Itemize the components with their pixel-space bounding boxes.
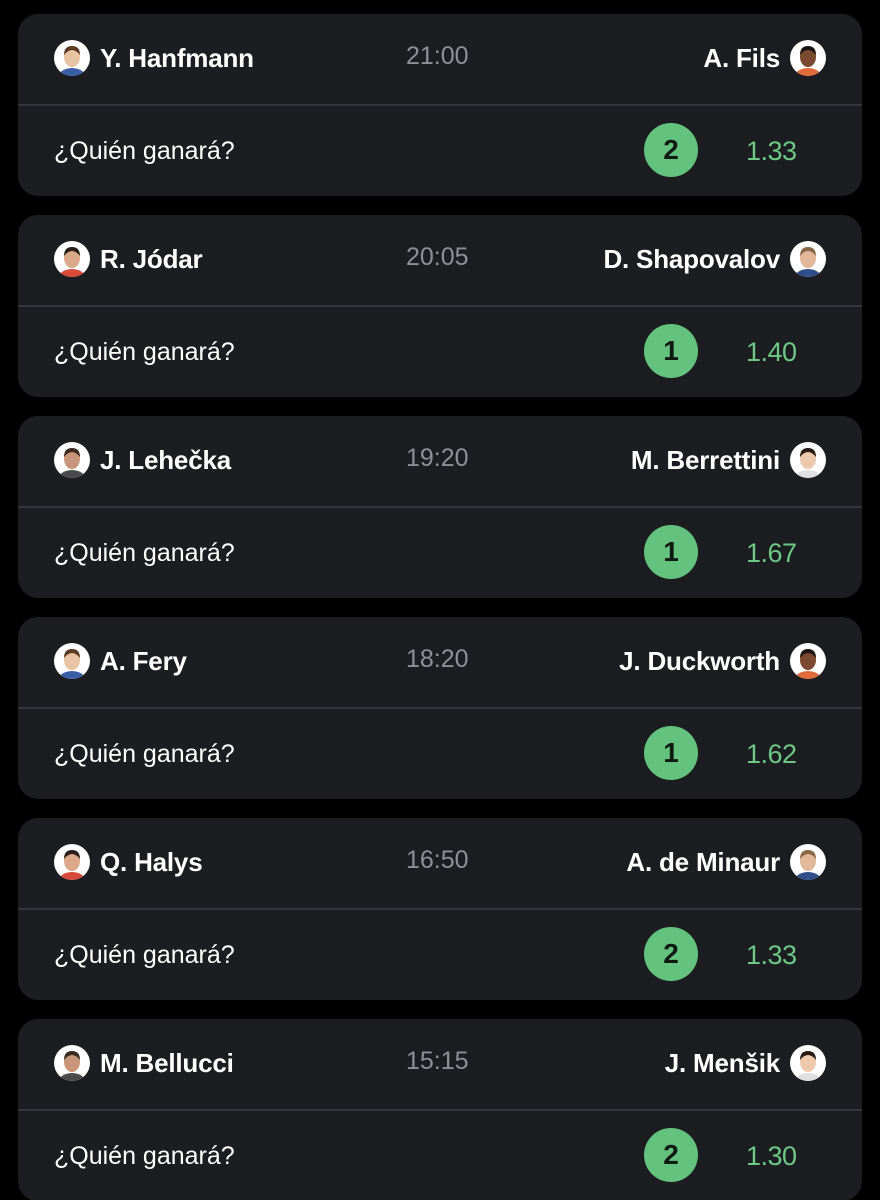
player-photo-icon: [790, 40, 826, 76]
player-1[interactable]: M. Bellucci: [54, 1045, 234, 1081]
odds-value[interactable]: 1.30: [746, 1141, 797, 1172]
player-photo-icon: [54, 643, 90, 679]
player-1[interactable]: A. Fery: [54, 643, 187, 679]
prediction-row: ¿Quién ganará? 1 1.67: [18, 508, 862, 598]
match-time: 20:05: [406, 243, 469, 271]
player-1[interactable]: R. Jódar: [54, 241, 203, 277]
player-2[interactable]: D. Shapovalov: [603, 241, 826, 277]
player-1[interactable]: J. Lehečka: [54, 442, 231, 478]
player-1-name: Q. Halys: [100, 846, 203, 877]
player-photo-icon: [790, 643, 826, 679]
match-card[interactable]: J. Lehečka 19:20 M. Berrettini ¿Quién ga…: [18, 416, 862, 598]
player-photo-icon: [790, 442, 826, 478]
player-2-name: J. Menšik: [664, 1047, 780, 1078]
match-header: J. Lehečka 19:20 M. Berrettini: [18, 416, 862, 508]
player-2-name: J. Duckworth: [619, 645, 780, 676]
match-header: R. Jódar 20:05 D. Shapovalov: [18, 215, 862, 307]
winner-question: ¿Quién ganará?: [54, 338, 235, 366]
winner-question: ¿Quién ganará?: [54, 1142, 235, 1170]
prediction-row: ¿Quién ganará? 1 1.62: [18, 709, 862, 799]
match-time: 15:15: [406, 1047, 469, 1075]
match-header: A. Fery 18:20 J. Duckworth: [18, 617, 862, 709]
match-card[interactable]: Q. Halys 16:50 A. de Minaur ¿Quién ganar…: [18, 818, 862, 1000]
match-card[interactable]: M. Bellucci 15:15 J. Menšik ¿Quién ganar…: [18, 1019, 862, 1200]
player-2-name: D. Shapovalov: [603, 243, 780, 274]
match-card[interactable]: A. Fery 18:20 J. Duckworth ¿Quién ganará…: [18, 617, 862, 799]
winner-question: ¿Quién ganará?: [54, 740, 235, 768]
player-photo-icon: [790, 1045, 826, 1081]
pick-badge[interactable]: 2: [644, 123, 698, 177]
player-photo-icon: [54, 241, 90, 277]
player-2[interactable]: A. Fils: [703, 40, 826, 76]
match-header: Y. Hanfmann 21:00 A. Fils: [18, 14, 862, 106]
match-card[interactable]: Y. Hanfmann 21:00 A. Fils ¿Quién ganará?…: [18, 14, 862, 196]
pick-badge[interactable]: 1: [644, 525, 698, 579]
winner-question: ¿Quién ganará?: [54, 539, 235, 567]
odds-value[interactable]: 1.33: [746, 940, 797, 971]
winner-question: ¿Quién ganará?: [54, 137, 235, 165]
player-photo-icon: [54, 442, 90, 478]
player-2[interactable]: A. de Minaur: [626, 844, 826, 880]
match-time: 21:00: [406, 42, 469, 70]
match-list: Y. Hanfmann 21:00 A. Fils ¿Quién ganará?…: [0, 0, 880, 1200]
player-1-name: M. Bellucci: [100, 1047, 234, 1078]
match-card[interactable]: R. Jódar 20:05 D. Shapovalov ¿Quién gana…: [18, 215, 862, 397]
winner-question: ¿Quién ganará?: [54, 941, 235, 969]
match-header: Q. Halys 16:50 A. de Minaur: [18, 818, 862, 910]
player-2-name: A. de Minaur: [626, 846, 780, 877]
player-1-name: R. Jódar: [100, 243, 203, 274]
prediction-row: ¿Quién ganará? 1 1.40: [18, 307, 862, 397]
player-photo-icon: [790, 844, 826, 880]
match-header: M. Bellucci 15:15 J. Menšik: [18, 1019, 862, 1111]
pick-badge[interactable]: 1: [644, 324, 698, 378]
odds-value[interactable]: 1.67: [746, 538, 797, 569]
player-photo-icon: [54, 844, 90, 880]
player-photo-icon: [790, 241, 826, 277]
player-2[interactable]: J. Menšik: [665, 1045, 826, 1081]
player-photo-icon: [54, 40, 90, 76]
odds-value[interactable]: 1.33: [746, 136, 797, 167]
prediction-row: ¿Quién ganará? 2 1.33: [18, 910, 862, 1000]
odds-value[interactable]: 1.40: [746, 337, 797, 368]
player-2[interactable]: J. Duckworth: [619, 643, 826, 679]
player-1[interactable]: Y. Hanfmann: [54, 40, 254, 76]
match-time: 19:20: [406, 444, 469, 472]
player-photo-icon: [54, 1045, 90, 1081]
player-2[interactable]: M. Berrettini: [631, 442, 826, 478]
prediction-row: ¿Quién ganará? 2 1.33: [18, 106, 862, 196]
pick-badge[interactable]: 1: [644, 726, 698, 780]
player-1-name: Y. Hanfmann: [100, 42, 254, 73]
player-2-name: A. Fils: [703, 42, 780, 73]
odds-value[interactable]: 1.62: [746, 739, 797, 770]
prediction-row: ¿Quién ganará? 2 1.30: [18, 1111, 862, 1200]
player-2-name: M. Berrettini: [630, 444, 780, 475]
pick-badge[interactable]: 2: [644, 1128, 698, 1182]
pick-badge[interactable]: 2: [644, 927, 698, 981]
match-time: 16:50: [406, 846, 469, 874]
player-1-name: A. Fery: [100, 645, 187, 676]
player-1[interactable]: Q. Halys: [54, 844, 203, 880]
match-time: 18:20: [406, 645, 469, 673]
player-1-name: J. Lehečka: [100, 444, 231, 475]
